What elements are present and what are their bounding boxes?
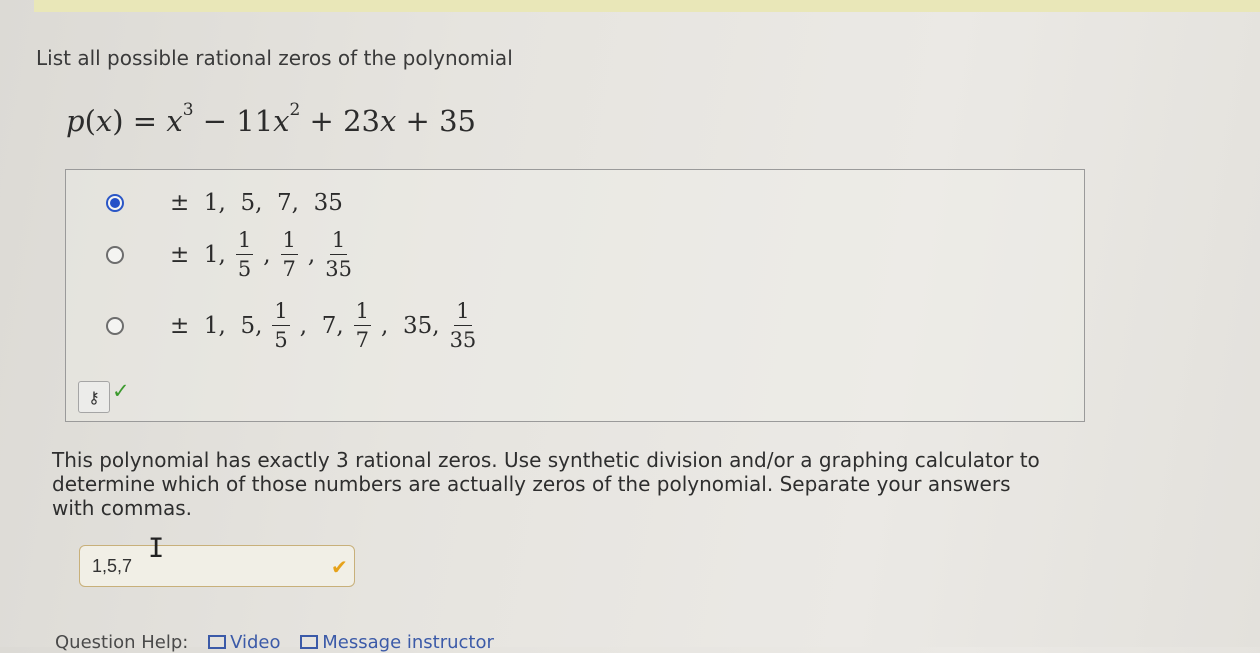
option-3-text: ± 1, 5, 15, 7, 17, 35, 1 35 (170, 299, 477, 352)
option-2[interactable]: ± 1, 15, 17, 1 35 (106, 230, 352, 280)
option-1-text: ± 1, 5, 7, 35 (170, 190, 343, 216)
key-icon[interactable]: ⚷ (78, 381, 110, 413)
checkmark-icon: ✓ (112, 379, 130, 403)
polynomial: p(x) = x3 − 11x2 + 23x + 35 (66, 100, 476, 139)
top-bar (34, 0, 1260, 12)
option-2-text: ± 1, 15, 17, 1 35 (170, 228, 352, 281)
help-label: Question Help: (55, 632, 189, 653)
radio-unselected[interactable] (106, 317, 124, 335)
option-3[interactable]: ± 1, 5, 15, 7, 17, 35, 1 35 (106, 301, 476, 351)
option-1[interactable]: ± 1, 5, 7, 35 (106, 190, 343, 216)
video-link[interactable]: Video (208, 632, 281, 653)
choice-box: ± 1, 5, 7, 35 ± 1, 15, 17, 1 35 ± 1, 5, 1… (65, 169, 1085, 422)
question-prompt: List all possible rational zeros of the … (36, 46, 513, 70)
answer-value: 1,5,7 (92, 556, 133, 576)
radio-selected[interactable] (106, 194, 124, 212)
radio-unselected[interactable] (106, 246, 124, 264)
message-link[interactable]: Message instructor (300, 632, 494, 653)
question-help: Question Help: Video Message instructor (55, 632, 494, 653)
instruction-text: This polynomial has exactly 3 rational z… (52, 448, 1040, 520)
text-cursor-icon: I (148, 533, 165, 564)
answer-input[interactable]: 1,5,7 (79, 545, 355, 587)
correct-check-icon: ✔ (331, 555, 348, 579)
